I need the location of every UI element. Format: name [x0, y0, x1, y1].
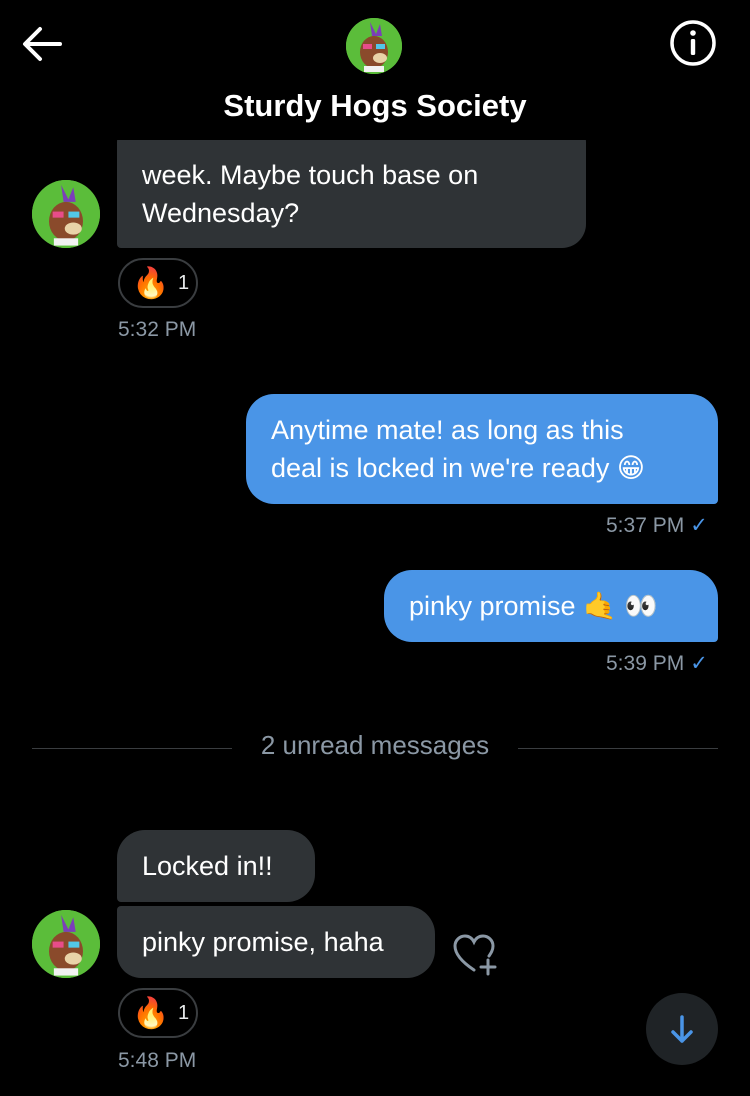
unread-divider-line: [32, 748, 232, 749]
group-avatar[interactable]: [346, 18, 402, 74]
message-text: pinky promise, haha: [142, 927, 384, 957]
conversation-title: Sturdy Hogs Society: [223, 88, 527, 123]
sent-check-icon: ✓: [690, 514, 708, 537]
reaction-pill[interactable]: 🔥 1: [118, 988, 198, 1038]
sender-avatar[interactable]: [32, 180, 100, 248]
scroll-to-bottom-button[interactable]: [646, 993, 718, 1065]
message-text: Locked in!!: [142, 851, 273, 881]
message-timestamp: 5:37 PM ✓: [606, 514, 708, 537]
sent-check-icon: ✓: [690, 652, 708, 675]
hog-avatar-image: [346, 18, 402, 74]
info-icon: [670, 20, 716, 66]
message-text: Anytime mate! as long as this deal is lo…: [271, 415, 645, 483]
arrow-down-icon: [671, 1015, 693, 1043]
hog-avatar-image: [32, 180, 100, 248]
message-timestamp: 5:48 PM: [118, 1049, 197, 1072]
reaction-pill[interactable]: 🔥 1: [118, 258, 198, 308]
fire-emoji: 🔥: [132, 997, 170, 1030]
fire-emoji: 🔥: [132, 267, 170, 300]
react-button[interactable]: [452, 932, 500, 976]
reaction-count: 1: [178, 272, 190, 294]
sender-avatar[interactable]: [32, 910, 100, 978]
message-text: week. Maybe touch base on Wednesday?: [142, 160, 479, 228]
arrow-left-icon: [23, 27, 62, 61]
unread-divider-label: 2 unread messages: [260, 730, 490, 760]
back-button[interactable]: [20, 24, 64, 64]
info-button[interactable]: [668, 18, 718, 68]
hog-avatar-image: [32, 910, 100, 978]
message-timestamp: 5:39 PM ✓: [606, 652, 708, 675]
conversation-header: Sturdy Hogs Society: [0, 0, 750, 140]
unread-divider-line: [518, 748, 718, 749]
message-timestamp: 5:32 PM: [118, 318, 197, 341]
reaction-count: 1: [178, 1002, 190, 1024]
heart-plus-icon: [453, 934, 497, 976]
message-text: pinky promise 🤙 👀: [409, 591, 658, 621]
